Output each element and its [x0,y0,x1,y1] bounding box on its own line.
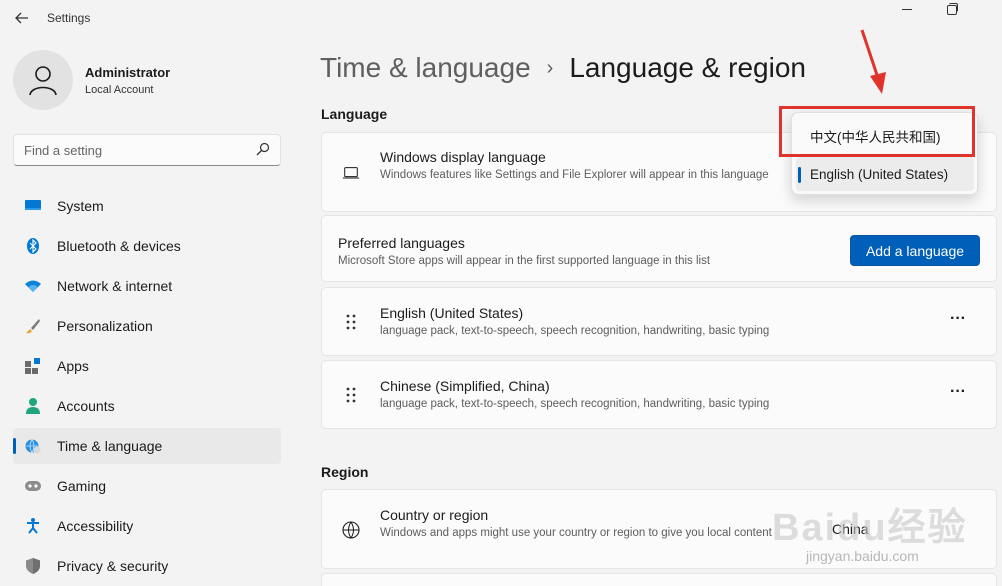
title-bar: Settings [0,0,1002,36]
language-section-title: Language [321,106,388,122]
chevron-right-icon: › [546,56,554,79]
sidebar-item-label: Time & language [57,438,163,454]
page-title: Language & region [569,52,806,83]
add-language-button[interactable]: Add a language [850,235,980,266]
profile-name: Administrator [85,64,171,80]
language-details: language pack, text-to-speech, speech re… [380,325,770,337]
sidebar-item-network[interactable]: Network & internet [13,268,281,304]
search-input[interactable] [14,135,244,165]
gamepad-icon [25,478,41,494]
search-box[interactable] [13,134,281,166]
region-section-title: Region [321,464,369,480]
accessibility-icon [25,518,41,534]
display-language-description: Windows features like Settings and File … [380,169,769,181]
drag-handle-icon[interactable] [342,313,360,331]
bluetooth-icon [25,238,41,254]
country-region-title: Country or region [380,507,489,523]
globe-icon [342,521,360,539]
watermark-brand: Baidu经验 [772,507,968,549]
sidebar-item-label: Accounts [57,398,115,414]
annotation-arrow-icon [860,29,886,94]
sidebar-item-label: Accessibility [57,518,134,534]
wifi-icon [25,278,41,294]
sidebar-item-accessibility[interactable]: Accessibility [13,508,281,544]
language-details: language pack, text-to-speech, speech re… [380,398,770,410]
dropdown-option-english[interactable]: English (United States) [796,157,974,191]
sidebar-item-label: Network & internet [57,278,173,294]
user-profile[interactable]: Administrator Local Account [13,50,170,110]
more-options-icon[interactable]: ··· [946,383,970,407]
apps-icon [25,358,41,374]
sidebar-item-system[interactable]: System [13,188,281,224]
sidebar-item-label: Personalization [57,318,153,334]
breadcrumb-parent[interactable]: Time & language [320,52,531,84]
drag-handle-icon[interactable] [342,386,360,404]
sidebar-item-label: Gaming [57,478,107,494]
sidebar-item-bluetooth[interactable]: Bluetooth & devices [13,228,281,264]
sidebar-item-gaming[interactable]: Gaming [13,468,281,504]
sidebar-item-time-language[interactable]: Time & language [13,428,281,464]
sidebar-item-label: Bluetooth & devices [57,238,181,254]
preferred-languages-description: Microsoft Store apps will appear in the … [338,255,711,267]
next-card [321,573,997,586]
country-region-description: Windows and apps might use your country … [380,527,772,539]
sidebar-item-label: System [57,198,104,214]
language-item-english[interactable]: English (United States) language pack, t… [321,287,997,356]
back-arrow-icon[interactable] [10,6,34,30]
shield-icon [25,558,41,574]
preferred-languages-title: Preferred languages [338,235,465,251]
language-name: Chinese (Simplified, China) [380,378,550,394]
person-icon [25,398,41,414]
language-name: English (United States) [380,305,524,321]
person-icon [29,66,57,96]
watermark-url: jingyan.baidu.com [806,548,919,564]
language-item-chinese[interactable]: Chinese (Simplified, China) language pac… [321,360,997,429]
sidebar-item-privacy[interactable]: Privacy & security [13,548,281,584]
sidebar-item-apps[interactable]: Apps [13,348,281,384]
profile-account-type: Local Account [85,83,154,96]
more-options-icon[interactable]: ··· [946,310,970,334]
restore-icon[interactable] [943,2,959,18]
display-language-title: Windows display language [380,149,546,165]
sidebar-nav: System Bluetooth & devices Network & int… [13,188,281,586]
monitor-icon [25,198,41,214]
brush-icon [25,318,41,334]
avatar [13,50,73,110]
app-title: Settings [47,11,91,25]
globe-clock-icon [25,438,41,454]
search-icon[interactable] [256,142,270,156]
sidebar-item-personalization[interactable]: Personalization [13,308,281,344]
breadcrumb: Time & language › Language & region [320,52,806,84]
minimize-icon[interactable] [898,0,918,20]
sidebar-item-accounts[interactable]: Accounts [13,388,281,424]
annotation-highlight-box [779,106,975,157]
laptop-icon [342,164,360,182]
sidebar-item-label: Apps [57,358,89,374]
sidebar-item-label: Privacy & security [57,558,169,574]
